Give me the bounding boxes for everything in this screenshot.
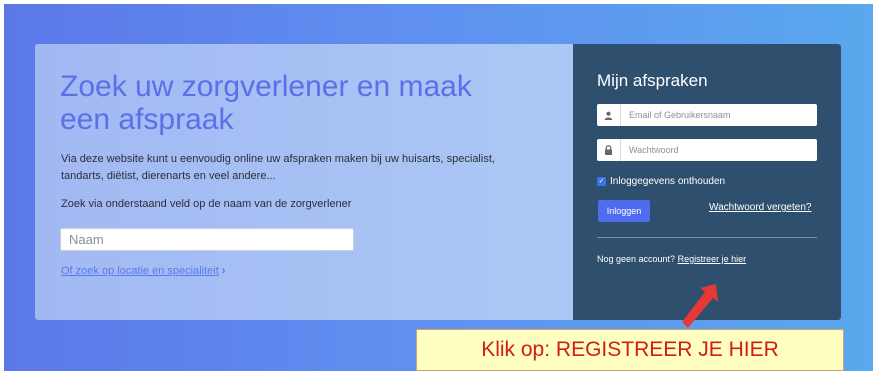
email-field[interactable] [597,104,817,126]
location-search-link-label: Of zoek op locatie en specialiteit [61,265,219,277]
intro-text: Via deze website kunt u eenvoudig online… [61,153,495,182]
forgot-password-link[interactable]: Wachtwoord vergeten? [709,202,811,213]
chevron-right-icon: › [221,265,226,277]
login-title: Mijn afspraken [597,71,708,90]
location-search-link[interactable]: Of zoek op locatie en specialiteit › [61,265,225,277]
arrow-icon [682,284,718,328]
remember-checkbox[interactable]: ✓ [597,177,606,186]
password-field[interactable] [597,139,817,161]
login-button[interactable]: Inloggen [598,200,650,222]
instruction-callout: Klik op: REGISTREER JE HIER [416,329,844,371]
password-input[interactable] [621,139,817,161]
email-input[interactable] [621,104,817,126]
no-account-text: Nog geen account? [597,254,676,264]
hero-title: Zoek uw zorgverlener en maak een afspraa… [60,70,472,136]
register-row: Nog geen account? Registreer je hier [597,254,746,264]
lock-icon [597,139,621,161]
search-hint: Zoek via onderstaand veld op de naam van… [61,198,352,210]
remember-me[interactable]: ✓ Inloggegevens onthouden [597,176,725,187]
register-link[interactable]: Registreer je hier [678,254,747,264]
remember-label: Inloggegevens onthouden [610,176,726,187]
name-search-input[interactable] [60,228,354,251]
user-icon [597,104,621,126]
divider [597,237,817,238]
